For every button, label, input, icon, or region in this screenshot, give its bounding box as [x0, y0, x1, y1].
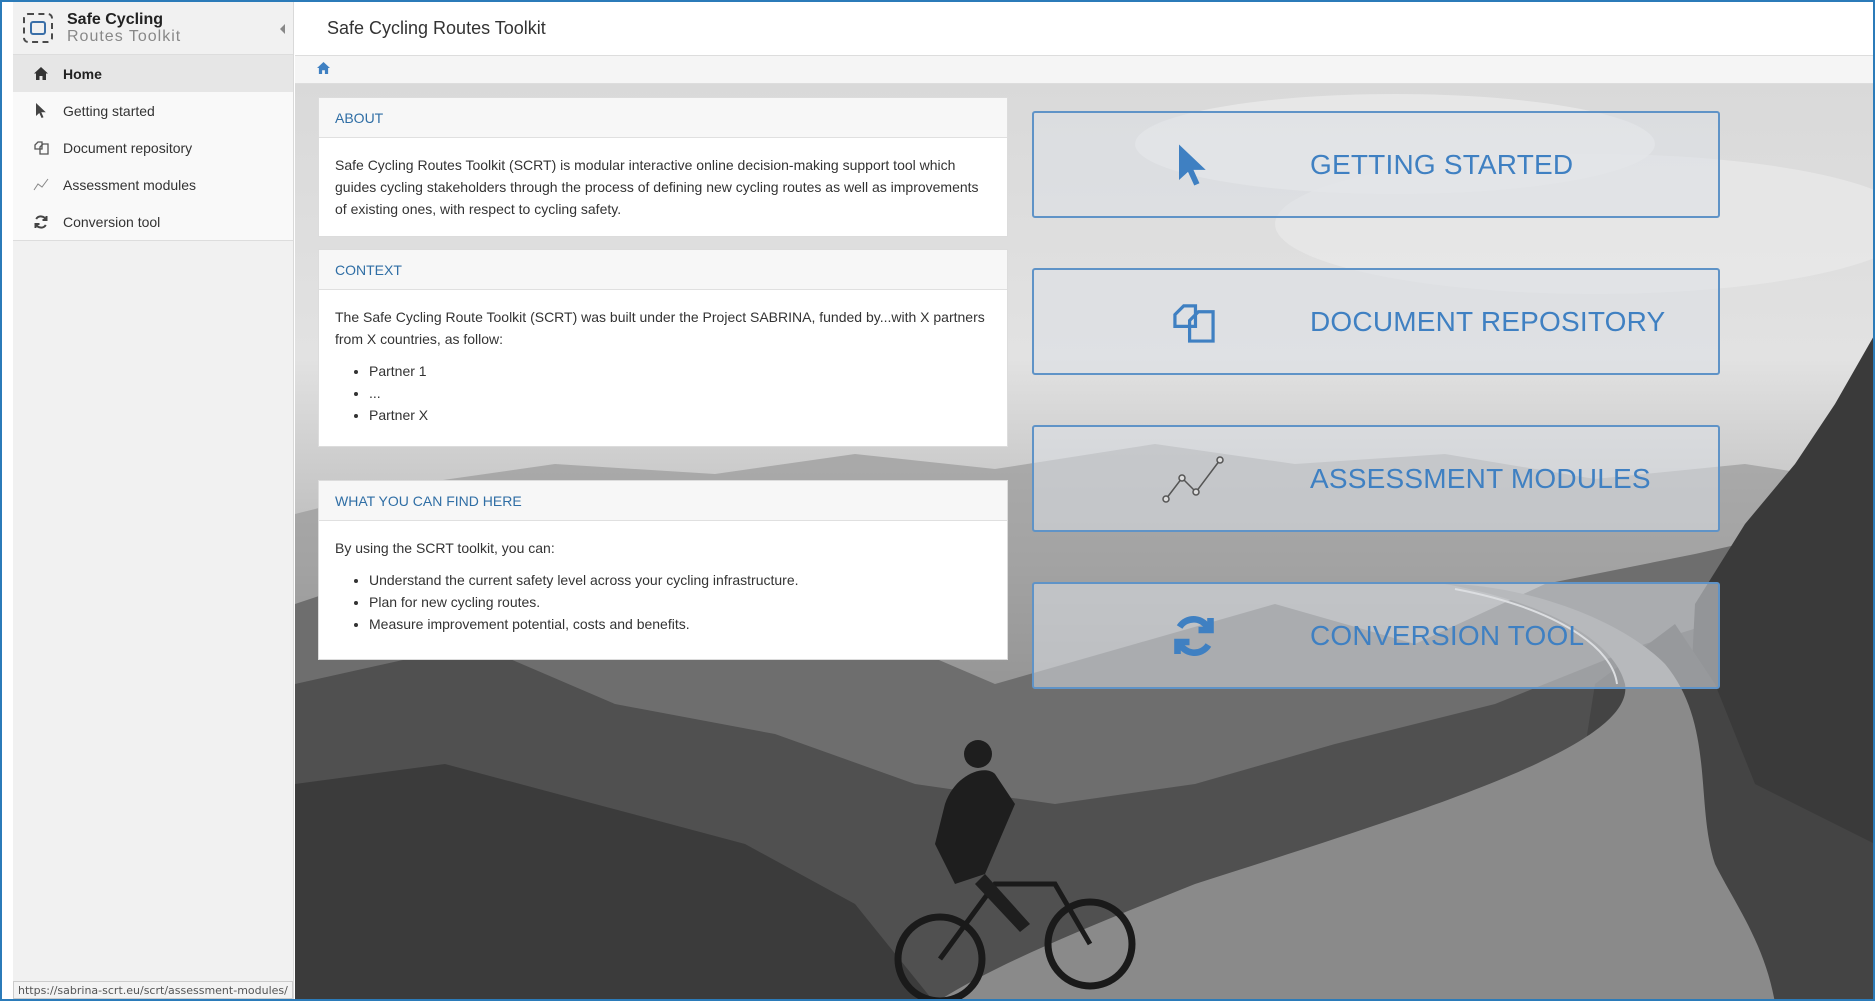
- home-icon: [33, 66, 49, 82]
- refresh-icon: [33, 214, 49, 230]
- sidebar: Safe Cycling Routes Toolkit Home Getting…: [13, 2, 294, 999]
- list-item: Partner 1: [369, 360, 991, 382]
- document-repository-tile[interactable]: DOCUMENT REPOSITORY: [1032, 268, 1720, 375]
- what-you-can-find-card: WHAT YOU CAN FIND HERE By using the SCRT…: [318, 480, 1008, 660]
- sidebar-item-assessment-modules[interactable]: Assessment modules: [13, 166, 293, 203]
- assessment-modules-tile[interactable]: ASSESSMENT MODULES: [1032, 425, 1720, 532]
- brand-title: Safe Cycling: [67, 11, 164, 28]
- tile-label: GETTING STARTED: [1310, 148, 1574, 180]
- sidebar-item-document-repository[interactable]: Document repository: [13, 129, 293, 166]
- sidebar-item-home[interactable]: Home: [13, 55, 293, 92]
- sidebar-item-label: Assessment modules: [63, 176, 197, 193]
- tile-label: CONVERSION TOOL: [1310, 619, 1585, 651]
- about-card-title: ABOUT: [319, 98, 1007, 138]
- documents-icon: [33, 140, 49, 156]
- page-title: Safe Cycling Routes Toolkit: [327, 18, 546, 38]
- sidebar-nav: Home Getting started Document repository…: [13, 55, 293, 241]
- status-bar-url: https://sabrina-scrt.eu/scrt/assessment-…: [13, 981, 293, 999]
- list-item: Partner X: [369, 404, 991, 426]
- sidebar-item-getting-started[interactable]: Getting started: [13, 92, 293, 129]
- find-intro-text: By using the SCRT toolkit, you can:: [335, 540, 555, 556]
- about-text: Safe Cycling Routes Toolkit (SCRT) is mo…: [335, 157, 979, 217]
- list-item: ...: [369, 382, 991, 404]
- brand[interactable]: Safe Cycling Routes Toolkit: [13, 2, 293, 55]
- main-content: ABOUT Safe Cycling Routes Toolkit (SCRT)…: [295, 84, 1873, 999]
- breadcrumb: [295, 56, 1873, 84]
- header: Safe Cycling Routes Toolkit: [295, 2, 1873, 56]
- list-item: Plan for new cycling routes.: [369, 591, 991, 613]
- sidebar-item-label: Conversion tool: [63, 213, 161, 230]
- brand-subtitle: Routes Toolkit: [67, 28, 182, 45]
- collapse-sidebar-icon[interactable]: [280, 24, 285, 34]
- sidebar-item-conversion-tool[interactable]: Conversion tool: [13, 203, 293, 240]
- getting-started-tile[interactable]: GETTING STARTED: [1032, 111, 1720, 218]
- refresh-icon: [1144, 615, 1244, 657]
- sidebar-item-label: Getting started: [63, 102, 155, 119]
- partner-list: Partner 1 ... Partner X: [335, 360, 991, 426]
- cursor-icon: [1144, 143, 1244, 187]
- conversion-tool-tile[interactable]: CONVERSION TOOL: [1032, 582, 1720, 689]
- tile-label: DOCUMENT REPOSITORY: [1310, 305, 1666, 337]
- context-card: CONTEXT The Safe Cycling Route Toolkit (…: [318, 249, 1008, 447]
- breadcrumb-home-icon[interactable]: [317, 61, 330, 79]
- sidebar-item-label: Home: [63, 65, 102, 82]
- line-chart-icon: [33, 177, 49, 193]
- tile-label: ASSESSMENT MODULES: [1310, 462, 1651, 494]
- sidebar-item-label: Document repository: [63, 139, 193, 156]
- documents-icon: [1144, 300, 1244, 344]
- capabilities-list: Understand the current safety level acro…: [335, 569, 991, 635]
- logo-icon: [23, 13, 53, 43]
- context-card-title: CONTEXT: [319, 250, 1007, 290]
- cursor-icon: [33, 103, 49, 119]
- line-chart-icon: [1144, 454, 1244, 504]
- context-text: The Safe Cycling Route Toolkit (SCRT) wa…: [335, 309, 985, 347]
- list-item: Understand the current safety level acro…: [369, 569, 991, 591]
- about-card: ABOUT Safe Cycling Routes Toolkit (SCRT)…: [318, 97, 1008, 237]
- app-window: Safe Cycling Routes Toolkit Home Getting…: [0, 0, 1875, 1001]
- list-item: Measure improvement potential, costs and…: [369, 613, 991, 635]
- what-you-can-find-title: WHAT YOU CAN FIND HERE: [319, 481, 1007, 521]
